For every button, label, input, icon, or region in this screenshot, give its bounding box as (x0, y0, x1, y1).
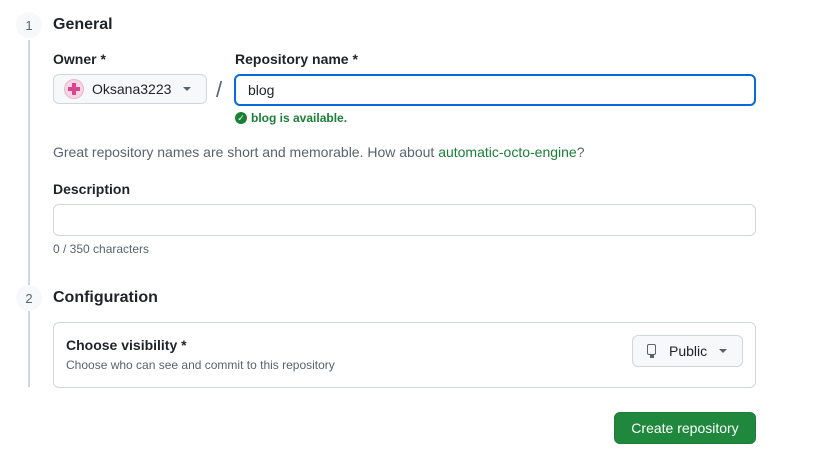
suggested-name-link[interactable]: automatic-octo-engine (438, 144, 577, 160)
repo-icon (647, 344, 659, 358)
step-number-configuration: 2 (16, 285, 42, 311)
repository-name-input[interactable] (234, 74, 756, 106)
owner-dropdown-button[interactable]: Oksana3223 (53, 74, 207, 104)
owner-repo-separator: / (216, 77, 223, 102)
steps-rail (28, 40, 30, 387)
owner-name: Oksana3223 (92, 81, 172, 97)
visibility-panel: Choose visibility * Choose who can see a… (53, 322, 756, 388)
description-label: Description (53, 181, 131, 197)
description-input[interactable] (53, 204, 756, 236)
visibility-title: Choose visibility * (66, 337, 187, 353)
visibility-dropdown-button[interactable]: Public (632, 335, 743, 367)
visibility-value: Public (669, 343, 708, 359)
check-circle-icon: ✓ (235, 112, 247, 124)
visibility-subtitle: Choose who can see and commit to this re… (66, 358, 335, 372)
create-repository-button[interactable]: Create repository (614, 412, 756, 444)
step-number-general: 1 (16, 12, 42, 38)
name-suggestion: Great repository names are short and mem… (53, 144, 585, 160)
availability-message: ✓ blog is available. (235, 111, 347, 125)
description-char-count: 0 / 350 characters (53, 242, 150, 256)
availability-text: blog is available. (251, 111, 348, 125)
repository-name-label: Repository name * (235, 51, 358, 67)
suggestion-prefix: Great repository names are short and mem… (53, 144, 439, 160)
chevron-down-icon (183, 87, 192, 91)
section-title-configuration: Configuration (53, 289, 158, 306)
suggestion-suffix: ? (576, 144, 585, 160)
section-title-general: General (53, 16, 113, 33)
owner-label: Owner * (53, 51, 106, 67)
owner-avatar (64, 79, 84, 99)
chevron-down-icon (719, 349, 728, 353)
